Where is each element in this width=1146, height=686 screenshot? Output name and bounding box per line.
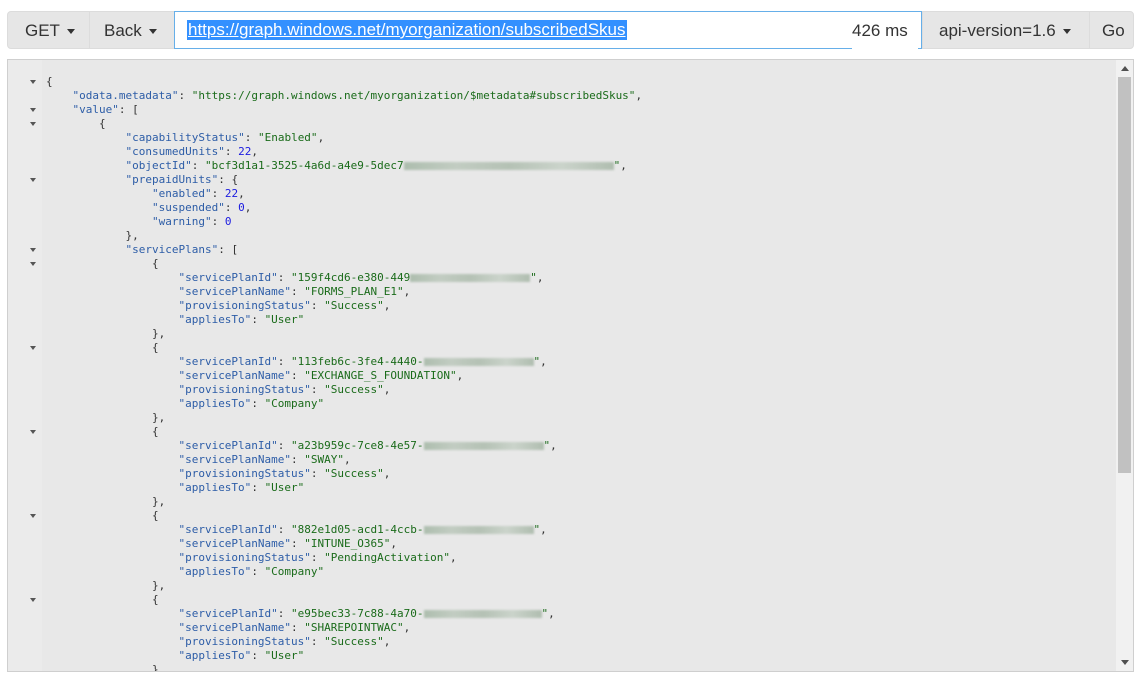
fold-arrow-icon[interactable]	[30, 346, 36, 350]
json-line: "provisioningStatus": "Success",	[178, 299, 391, 312]
json-line: "warning": 0	[151, 215, 232, 228]
scroll-down-icon[interactable]	[1121, 660, 1129, 665]
json-line: "servicePlanId": "113feb6c-3fe4-4440- ",	[178, 355, 547, 368]
json-line: "provisioningStatus": "Success",	[178, 383, 391, 396]
json-line: "servicePlanId": "159f4cd6-e380-449 ",	[178, 271, 544, 284]
json-line: {	[46, 257, 159, 270]
go-label: Go	[1102, 21, 1125, 40]
json-line: "prepaidUnits": {	[125, 173, 239, 186]
json-line: "suspended": 0,	[151, 201, 252, 214]
json-line: "servicePlanId": "a23b959c-7ce8-4e57- ",	[178, 439, 557, 452]
json-line: "servicePlanName": "FORMS_PLAN_E1",	[178, 285, 411, 298]
caret-down-icon	[148, 29, 157, 35]
url-text: https://graph.windows.net/myorganization…	[187, 20, 627, 40]
json-line: },	[46, 579, 166, 592]
redacted-text	[423, 526, 534, 534]
json-line: "appliesTo": "User"	[178, 649, 305, 662]
json-line: "value": [	[72, 103, 139, 116]
request-toolbar: GET Back https://graph.windows.net/myorg…	[7, 11, 1134, 51]
json-line: "appliesTo": "Company"	[178, 397, 325, 410]
back-dropdown[interactable]: Back	[89, 11, 175, 49]
fold-arrow-icon[interactable]	[30, 598, 36, 602]
fold-arrow-icon[interactable]	[30, 514, 36, 518]
redacted-text	[423, 610, 542, 618]
json-line: },	[46, 229, 139, 242]
api-version-dropdown[interactable]: api-version=1.6	[922, 11, 1090, 49]
json-line: {	[46, 425, 159, 438]
fold-arrow-icon[interactable]	[30, 122, 36, 126]
json-line: },	[46, 327, 166, 340]
method-label: GET	[25, 21, 60, 40]
json-line: },	[46, 411, 166, 424]
json-line: "servicePlans": [	[125, 243, 239, 256]
json-line: "appliesTo": "User"	[178, 481, 305, 494]
json-line: {	[46, 509, 159, 522]
json-line: "objectId": "bcf3d1a1-3525-4a6d-a4e9-5de…	[125, 159, 627, 172]
json-line: {	[46, 75, 53, 88]
fold-arrow-icon[interactable]	[30, 80, 36, 84]
redacted-text	[423, 442, 544, 450]
vertical-scrollbar[interactable]	[1116, 60, 1133, 671]
json-line: "consumedUnits": 22,	[125, 145, 258, 158]
fold-arrow-icon[interactable]	[30, 430, 36, 434]
fold-arrow-icon[interactable]	[30, 178, 36, 182]
redacted-text	[423, 358, 534, 366]
json-line: },	[46, 663, 166, 672]
method-dropdown[interactable]: GET	[7, 11, 90, 49]
response-panel[interactable]: { "odata.metadata": "https://graph.windo…	[7, 59, 1134, 672]
json-line: "capabilityStatus": "Enabled",	[125, 131, 325, 144]
response-time: 426 ms	[852, 12, 918, 50]
back-label: Back	[104, 21, 142, 40]
fold-arrow-icon[interactable]	[30, 108, 36, 112]
fold-arrow-icon[interactable]	[30, 262, 36, 266]
json-line: "servicePlanName": "INTUNE_O365",	[178, 537, 398, 550]
json-line: "enabled": 22,	[151, 187, 245, 200]
json-line: {	[46, 117, 106, 130]
caret-down-icon	[1062, 29, 1071, 35]
json-line: {	[46, 341, 159, 354]
scrollbar-thumb[interactable]	[1118, 77, 1131, 473]
json-line: "appliesTo": "Company"	[178, 565, 325, 578]
json-line: "provisioningStatus": "PendingActivation…	[178, 551, 457, 564]
json-line: },	[46, 495, 166, 508]
json-line: "odata.metadata": "https://graph.windows…	[72, 89, 643, 102]
url-input[interactable]: https://graph.windows.net/myorganization…	[174, 11, 922, 50]
redacted-text	[410, 274, 531, 282]
api-version-label: api-version=1.6	[939, 21, 1056, 40]
scroll-up-icon[interactable]	[1121, 66, 1129, 71]
json-line: {	[46, 593, 159, 606]
json-line: "provisioningStatus": "Success",	[178, 467, 391, 480]
caret-down-icon	[66, 29, 75, 35]
json-line: "servicePlanId": "882e1d05-acd1-4ccb- ",	[178, 523, 547, 536]
line-gutter	[8, 60, 43, 671]
redacted-text	[403, 162, 614, 170]
fold-arrow-icon[interactable]	[30, 248, 36, 252]
json-line: "appliesTo": "User"	[178, 313, 305, 326]
json-line: "servicePlanName": "SWAY",	[178, 453, 351, 466]
json-line: "servicePlanId": "e95bec33-7c88-4a70- ",	[178, 607, 555, 620]
json-line: "provisioningStatus": "Success",	[178, 635, 391, 648]
go-button[interactable]: Go	[1089, 11, 1134, 49]
json-line: "servicePlanName": "EXCHANGE_S_FOUNDATIO…	[178, 369, 464, 382]
json-line: "servicePlanName": "SHAREPOINTWAC",	[178, 621, 411, 634]
